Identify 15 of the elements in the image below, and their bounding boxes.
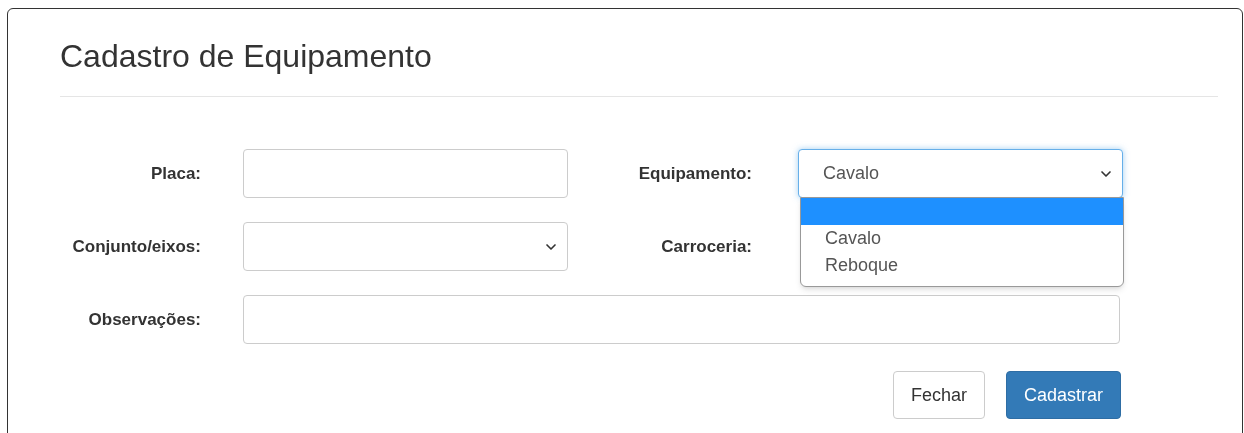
dialog-title: Cadastro de Equipamento — [60, 37, 432, 76]
field-label: Carroceria: — [661, 235, 752, 258]
text-field[interactable] — [243, 149, 568, 198]
text-field[interactable] — [243, 295, 1120, 344]
dropdown-option[interactable] — [801, 198, 1123, 225]
dropdown-option[interactable]: Reboque — [801, 252, 1123, 279]
field-label: Placa: — [150, 162, 201, 185]
submit-button[interactable]: Cadastrar — [1005, 371, 1121, 419]
field-label: Conjunto/eixos: — [72, 235, 201, 258]
field-label: Observações: — [88, 308, 201, 331]
field-label: Equipamento: — [638, 162, 752, 185]
close-button[interactable]: Fechar — [892, 371, 985, 419]
select-field[interactable]: Cavalo — [798, 149, 1123, 198]
dropdown-option[interactable]: Cavalo — [801, 225, 1123, 252]
select-field[interactable] — [243, 222, 568, 271]
